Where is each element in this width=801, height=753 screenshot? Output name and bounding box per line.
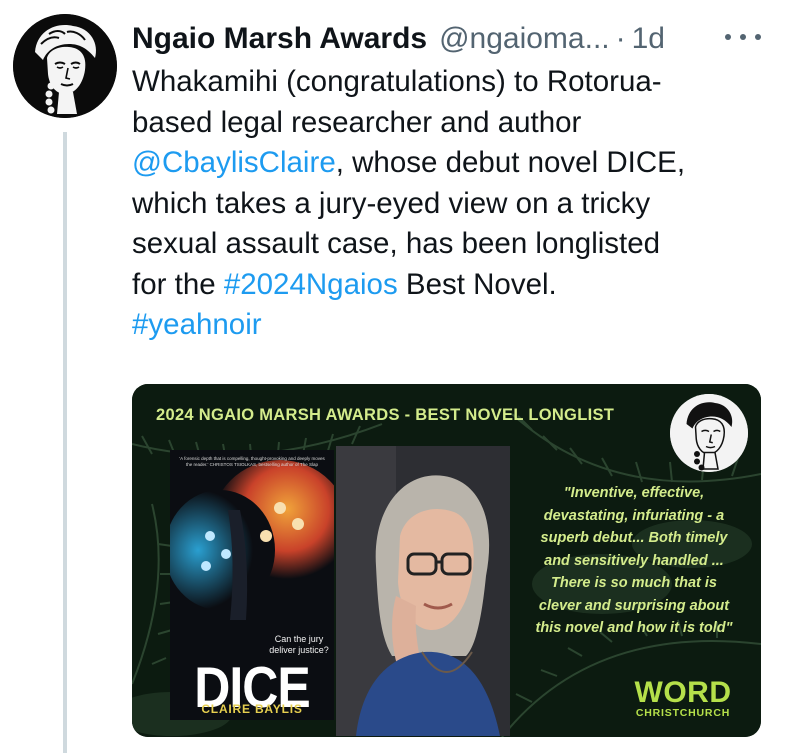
tweet-text-segment: Best Novel. [397, 267, 557, 301]
book-cover: 'A forensic depth that is compelling, th… [170, 450, 334, 720]
tweet-text-line: Whakamihi (congratulations) to Rotorua- [132, 62, 782, 103]
tweet-text-line: which takes a jury-eyed view on a tricky [132, 184, 782, 225]
tweet-text-segment: which takes a jury-eyed view on a tricky [132, 186, 651, 220]
book-author: CLAIRE BAYLIS [201, 702, 303, 716]
tweet-text-segment: sexual assault case, has been longlisted [132, 227, 661, 260]
ngaio-marsh-logo-icon [670, 394, 748, 472]
mention-link[interactable]: @CbaylisClaire [132, 146, 336, 179]
tweet-text-line: for the #2024Ngaios Best Novel. [132, 265, 782, 306]
author-photo-art [336, 446, 510, 736]
tweet-text-segment: Whakamihi (congratulations) to Rotorua- [132, 65, 662, 98]
quote-line: "Inventive, effective, [563, 485, 705, 501]
ngaio-marsh-portrait-icon [13, 14, 117, 118]
banner-title: 2024 NGAIO MARSH AWARDS - BEST NOVEL LON… [156, 406, 615, 424]
quote-line: There is so much that is [551, 575, 717, 591]
more-options-icon[interactable] [725, 26, 761, 48]
tweet-text-line: sexual assault case, has been longlisted [132, 224, 782, 265]
tweet-text-segment: for the [132, 267, 224, 301]
avatar[interactable] [13, 14, 117, 118]
separator: · [615, 22, 626, 55]
book-blurb: 'A forensic depth that is compelling, th… [179, 456, 325, 467]
hashtag-link[interactable]: #yeahnoir [132, 308, 262, 341]
logo-sub: CHRISTCHURCH [635, 707, 731, 719]
thread-line [63, 132, 67, 753]
logo-main: WORD [634, 676, 732, 709]
book-tagline: Can the jury deliver justice? [269, 634, 329, 655]
tweet-text: Whakamihi (congratulations) to Rotorua-b… [132, 62, 782, 346]
hashtag-link[interactable]: #2024Ngaios [224, 268, 398, 301]
user-handle[interactable]: @ngaioma... [439, 22, 610, 56]
quote-line: devastating, infuriating - a [543, 507, 725, 524]
tweet-text-line: #yeahnoir [132, 305, 782, 346]
author-photo [336, 446, 510, 736]
word-christchurch-logo: WORD CHRISTCHURCH [618, 676, 748, 720]
quote-line: clever and surprising about [538, 597, 730, 614]
tweet-text-segment: based legal researcher and author [132, 105, 582, 139]
media-image[interactable]: 2024 NGAIO MARSH AWARDS - BEST NOVEL LON… [132, 384, 761, 737]
quote-line: and sensitively handled ... [544, 552, 724, 569]
tweet-text-line: @CbaylisClaire, whose debut novel DICE, [132, 143, 782, 184]
review-quote: "Inventive, effective, devastating, infur… [518, 482, 750, 640]
tweet-text-segment: , whose debut novel DICE, [335, 146, 686, 179]
display-name[interactable]: Ngaio Marsh Awards [132, 22, 427, 56]
tweet-text-line: based legal researcher and author [132, 103, 782, 144]
tweet-header: Ngaio Marsh Awards @ngaioma... · 1d [132, 22, 665, 58]
timestamp[interactable]: 1d [632, 22, 665, 56]
quote-line: superb debut... Both timely [540, 530, 728, 546]
quote-line: this novel and how it is told" [535, 620, 733, 636]
